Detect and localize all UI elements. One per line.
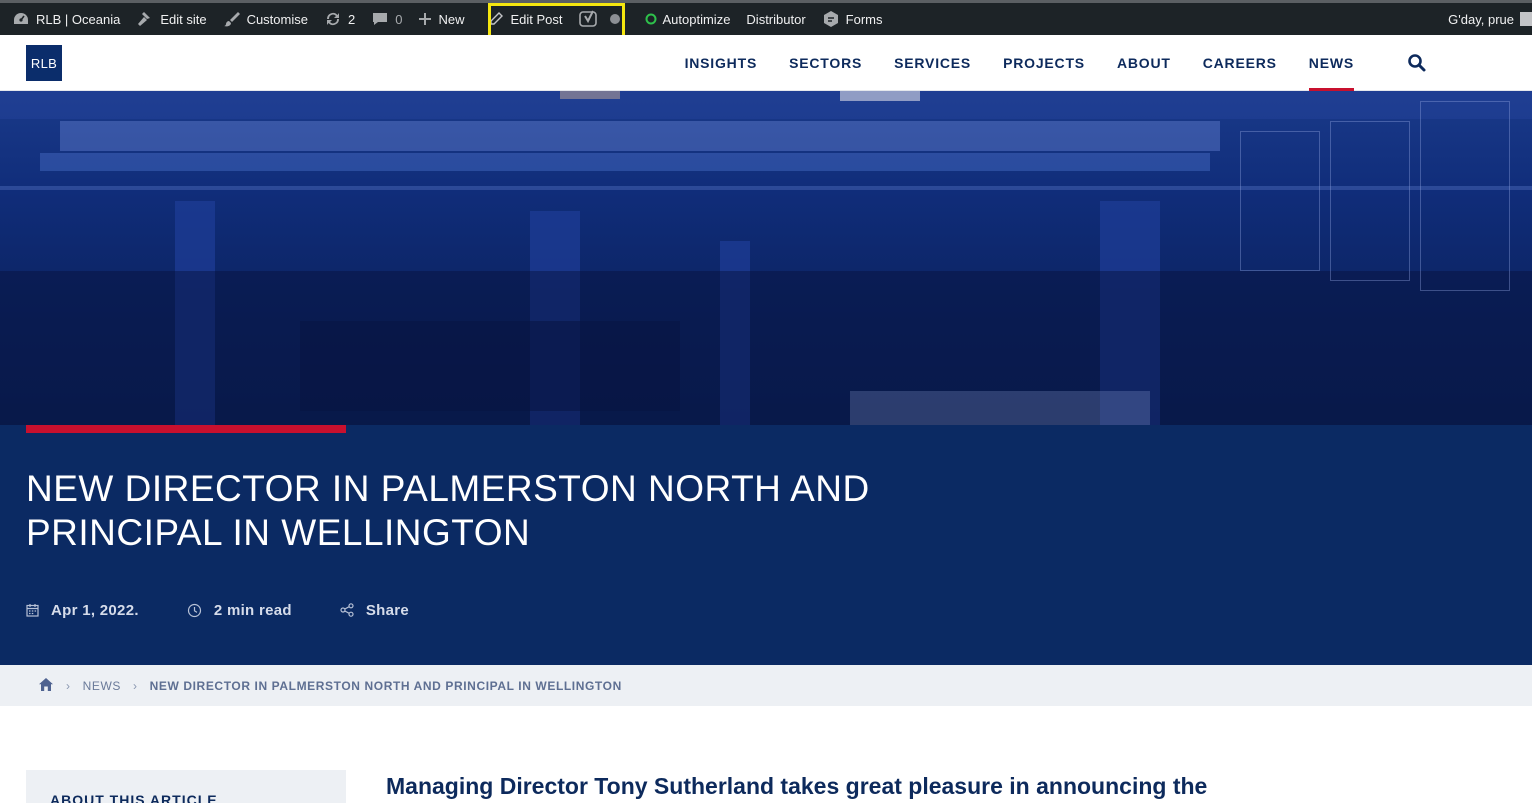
page-title-line1: NEW DIRECTOR IN PALMERSTON NORTH AND (26, 468, 870, 509)
admin-updates-count: 2 (347, 11, 356, 27)
admin-edit-site-label: Edit site (160, 11, 207, 27)
admin-new[interactable]: New (410, 3, 472, 35)
post-date-label: Apr 1, 2022. (51, 601, 139, 619)
wp-admin-bar: RLB | Oceania Edit site Customise 2 0 Ne… (0, 0, 1532, 35)
admin-customise[interactable]: Customise (215, 3, 316, 35)
admin-new-label: New (438, 11, 465, 27)
nav-item-about[interactable]: ABOUT (1117, 35, 1171, 91)
admin-edit-site[interactable]: Edit site (128, 3, 214, 35)
share-button[interactable]: Share (340, 602, 409, 619)
admin-yoast[interactable] (571, 3, 609, 35)
search-button[interactable] (1407, 53, 1427, 73)
nav-item-news[interactable]: NEWS (1308, 35, 1355, 91)
admin-edit-post[interactable]: Edit Post (472, 3, 570, 35)
nav-item-projects[interactable]: PROJECTS (1003, 35, 1085, 91)
breadcrumb-current: NEW DIRECTOR IN PALMERSTON NORTH AND PRI… (149, 678, 622, 693)
pencil-icon (490, 12, 504, 25)
dashboard-icon (14, 13, 28, 24)
admin-comments-count: 0 (395, 11, 403, 27)
admin-yoast-status[interactable] (609, 3, 635, 35)
post-read-time-label: 2 min read (213, 601, 292, 619)
title-accent-bar (26, 425, 346, 433)
admin-autoptimize[interactable]: Autoptimize (635, 3, 739, 35)
forms-icon (823, 11, 838, 27)
post-date: Apr 1, 2022. (26, 602, 139, 619)
search-icon (1408, 54, 1426, 72)
breadcrumb-separator: › (133, 678, 138, 693)
paintbrush-icon (223, 12, 240, 27)
status-dot-icon (609, 14, 620, 24)
breadcrumb-news[interactable]: NEWS (83, 679, 121, 693)
comment-icon (373, 13, 388, 25)
breadcrumb-home[interactable] (38, 677, 54, 695)
admin-forms-label: Forms (845, 11, 883, 27)
admin-forms[interactable]: Forms (814, 3, 891, 35)
nav-item-careers[interactable]: CAREERS (1203, 35, 1277, 91)
admin-autoptimize-label: Autoptimize (662, 11, 731, 27)
page-title-line2: PRINCIPAL IN WELLINGTON (26, 512, 531, 553)
share-label: Share (365, 601, 410, 619)
breadcrumb-separator: › (66, 678, 71, 693)
nav-item-sectors[interactable]: SECTORS (789, 35, 862, 91)
admin-site-name-label: RLB | Oceania (36, 11, 121, 27)
admin-account[interactable]: G'day, prue (1448, 3, 1532, 35)
site-header: RLB INSIGHTS SECTORS SERVICES PROJECTS A… (0, 35, 1532, 91)
about-article-title: ABOUT THIS ARTICLE (50, 792, 218, 803)
admin-updates[interactable]: 2 (316, 3, 363, 35)
main-nav: INSIGHTS SECTORS SERVICES PROJECTS ABOUT… (685, 35, 1355, 91)
share-icon (340, 603, 354, 617)
nav-item-insights[interactable]: INSIGHTS (685, 35, 758, 91)
admin-distributor-label: Distributor (746, 11, 806, 27)
calendar-icon (26, 604, 39, 617)
admin-distributor[interactable]: Distributor (738, 3, 813, 35)
site-logo[interactable]: RLB (26, 45, 62, 81)
admin-customise-label: Customise (246, 11, 308, 27)
avatar (1520, 12, 1532, 26)
post-meta: Apr 1, 2022. 2 min read Share (26, 598, 457, 622)
post-read-time: 2 min read (187, 602, 292, 619)
updates-icon (326, 12, 339, 26)
plus-icon (419, 13, 432, 25)
hammer-icon (138, 12, 151, 26)
autoptimize-status-icon (645, 13, 656, 25)
hero-image (0, 91, 1532, 425)
about-article-box: ABOUT THIS ARTICLE (26, 770, 346, 803)
home-icon (39, 677, 53, 691)
admin-site-name[interactable]: RLB | Oceania (0, 3, 128, 35)
admin-greeting: G'day, prue (1448, 11, 1514, 27)
clock-icon (187, 603, 201, 617)
breadcrumb: › NEWS › NEW DIRECTOR IN PALMERSTON NORT… (0, 665, 1532, 706)
admin-comments[interactable]: 0 (363, 3, 410, 35)
nav-item-services[interactable]: SERVICES (894, 35, 971, 91)
admin-edit-post-label: Edit Post (510, 11, 563, 27)
yoast-icon (578, 10, 597, 27)
page-title: NEW DIRECTOR IN PALMERSTON NORTH AND PRI… (26, 467, 926, 555)
article-lede: Managing Director Tony Sutherland takes … (386, 773, 1208, 799)
